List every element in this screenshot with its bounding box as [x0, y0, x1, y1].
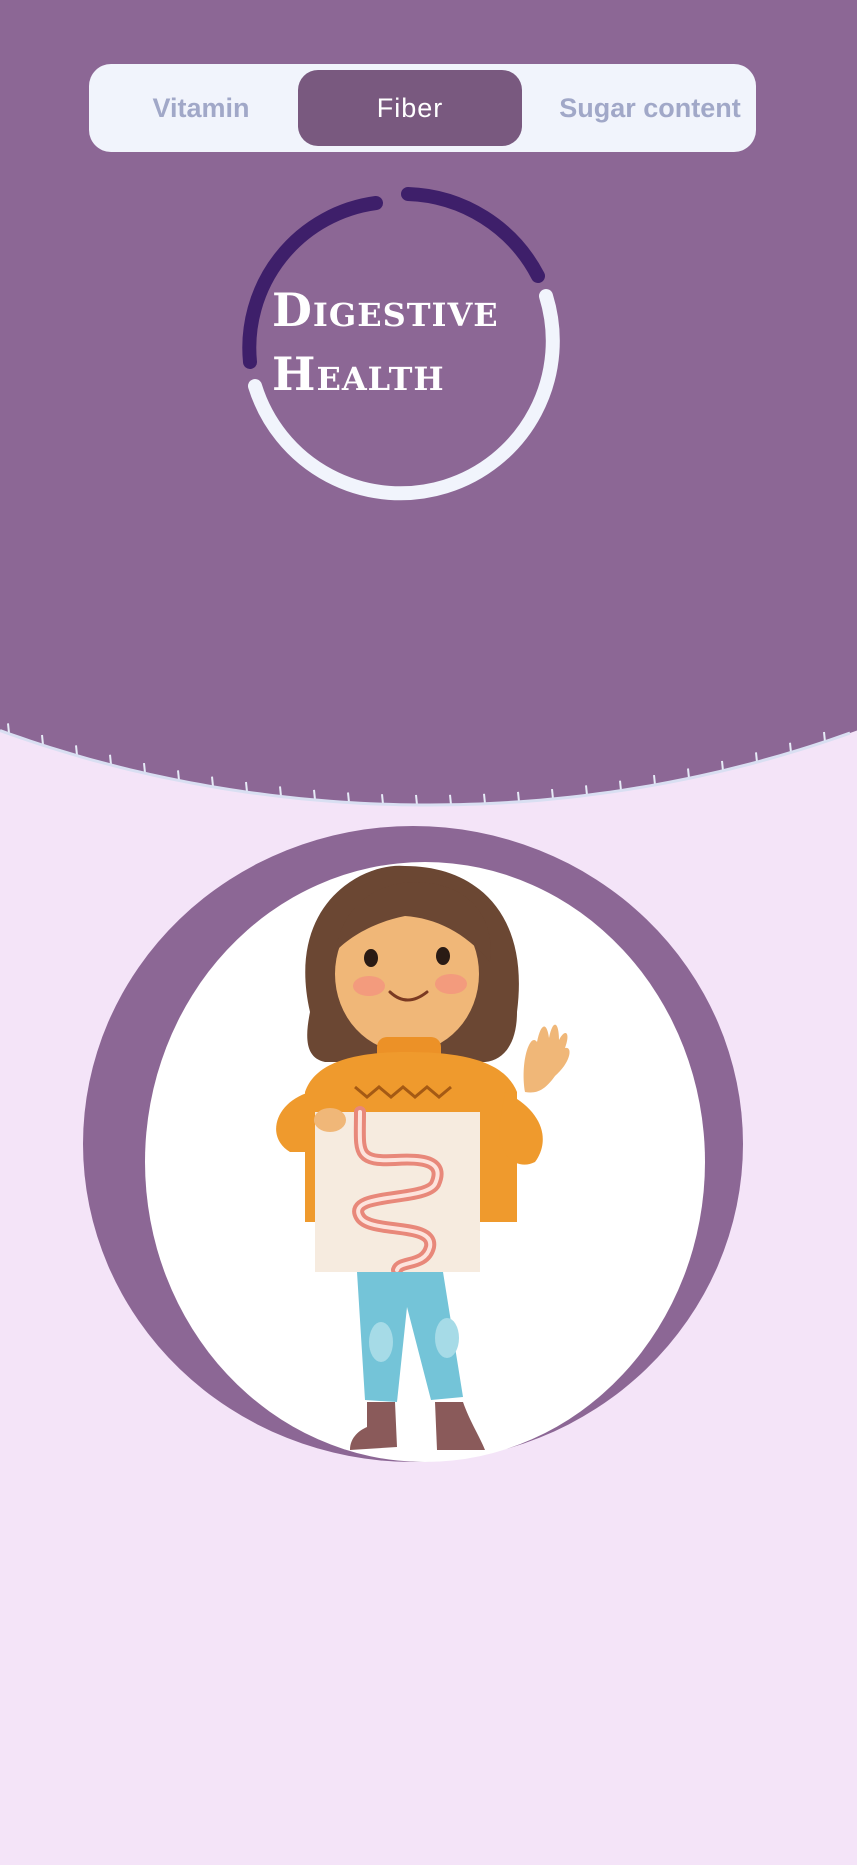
tab-bar: Vitamin Fiber Sugar content: [89, 64, 756, 152]
tab-vitamin[interactable]: Vitamin: [95, 70, 307, 146]
title-line-2: Health: [272, 347, 445, 401]
page-title: Digestive Health: [272, 278, 572, 406]
dial-tick: [415, 794, 418, 806]
girl-illustration: [276, 865, 570, 1450]
tab-sugar-content[interactable]: Sugar content: [544, 70, 756, 146]
dial-tick: [381, 794, 384, 805]
tab-fiber[interactable]: Fiber: [298, 70, 522, 146]
illustration: [145, 862, 705, 1462]
title-line-1: Digestive: [272, 283, 499, 337]
dial-scale: [0, 723, 851, 807]
